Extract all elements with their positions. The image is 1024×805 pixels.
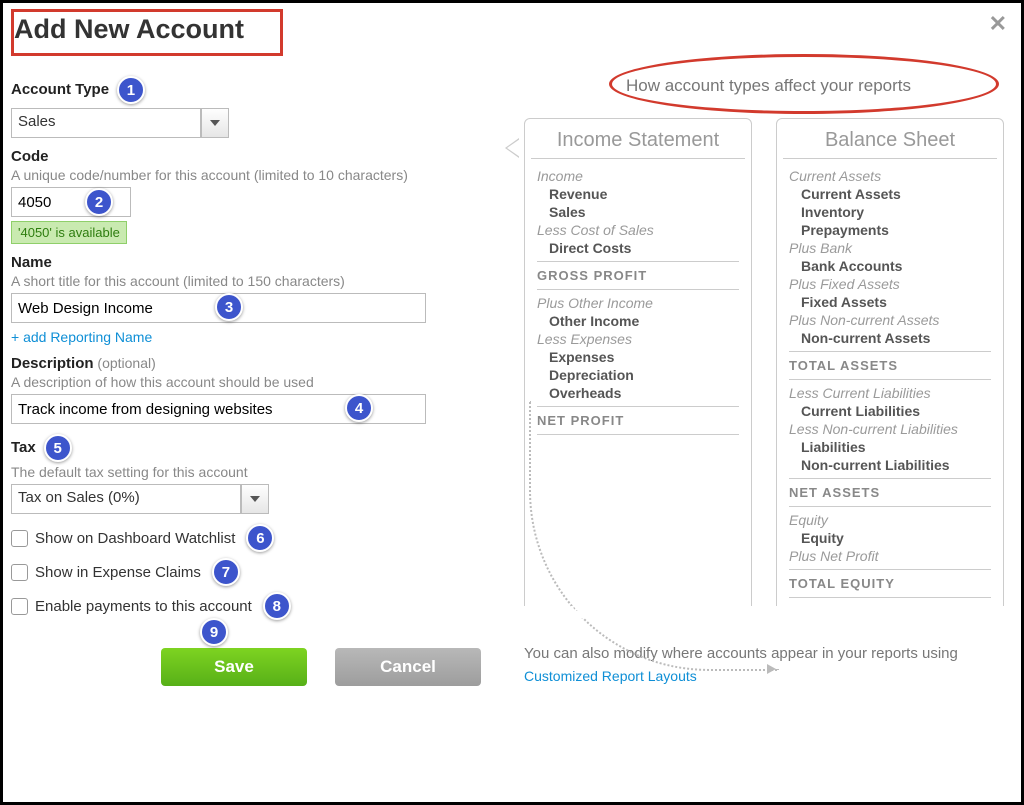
bs-ca: Current Assets (777, 185, 1003, 203)
account-type-dropdown-button[interactable] (201, 108, 229, 138)
bs-less-ncl: Less Non-current Liabilities (777, 420, 1003, 438)
is-revenue: Revenue (525, 185, 751, 203)
marker-5: 5 (44, 434, 72, 462)
expense-label: Show in Expense Claims (35, 564, 201, 581)
is-less-exp: Less Expenses (525, 330, 751, 348)
bs-liab: Liabilities (777, 438, 1003, 456)
bs-net-assets: NET ASSETS (777, 483, 1003, 502)
description-optional: (optional) (97, 355, 155, 371)
save-button[interactable]: Save (161, 648, 307, 686)
is-direct-costs: Direct Costs (525, 239, 751, 257)
footnote-text: You can also modify where accounts appea… (524, 645, 958, 662)
bs-prepayments: Prepayments (777, 221, 1003, 239)
code-hint: A unique code/number for this account (l… (11, 167, 481, 183)
is-less-cos: Less Cost of Sales (525, 221, 751, 239)
is-sales: Sales (525, 203, 751, 221)
payments-checkbox[interactable] (11, 598, 28, 615)
dialog-title: Add New Account (14, 12, 250, 53)
marker-4: 4 (345, 394, 373, 422)
watchlist-checkbox[interactable] (11, 530, 28, 547)
marker-7: 7 (212, 558, 240, 586)
marker-6: 6 (246, 524, 274, 552)
bs-equity: Equity (777, 529, 1003, 547)
marker-9: 9 (200, 618, 228, 646)
is-overheads: Overheads (525, 384, 751, 402)
marker-8: 8 (263, 592, 291, 620)
account-type-label: Account Type (11, 81, 109, 98)
bs-ca-cat: Current Assets (777, 167, 1003, 185)
code-label: Code (11, 148, 481, 165)
title-highlight: Add New Account (11, 9, 283, 56)
is-plus-other: Plus Other Income (525, 294, 751, 312)
marker-2: 2 (85, 188, 113, 216)
is-other-income: Other Income (525, 312, 751, 330)
income-statement-title: Income Statement (531, 119, 745, 159)
dialog-frame: ✕ Add New Account Account Type 1 Sales C… (0, 0, 1024, 805)
tax-hint: The default tax setting for this account (11, 464, 481, 480)
bs-nca: Non-current Assets (777, 329, 1003, 347)
is-depreciation: Depreciation (525, 366, 751, 384)
bs-equity-cat: Equity (777, 511, 1003, 529)
code-input[interactable] (11, 187, 131, 217)
bs-fixed: Fixed Assets (777, 293, 1003, 311)
description-label: Description (11, 355, 94, 372)
form-panel: Account Type 1 Sales Code A unique code/… (11, 76, 481, 688)
bs-plus-fixed: Plus Fixed Assets (777, 275, 1003, 293)
tax-select[interactable]: Tax on Sales (0%) (11, 484, 241, 514)
balance-sheet-title: Balance Sheet (783, 119, 997, 159)
balance-sheet-card: Balance Sheet Current Assets Current Ass… (776, 118, 1004, 613)
code-availability: '4050' is available (11, 221, 127, 244)
close-icon[interactable]: ✕ (989, 11, 1007, 37)
chevron-down-icon (210, 120, 220, 126)
info-panel: How account types affect your reports In… (499, 76, 1013, 688)
arrowhead-icon (767, 664, 776, 674)
description-hint: A description of how this account should… (11, 374, 481, 390)
tax-label: Tax (11, 439, 36, 456)
is-net-profit: NET PROFIT (525, 411, 751, 430)
account-type-select[interactable]: Sales (11, 108, 201, 138)
bs-inventory: Inventory (777, 203, 1003, 221)
chevron-down-icon (250, 496, 260, 502)
customized-report-layouts-link[interactable]: Customized Report Layouts (524, 668, 697, 684)
expense-checkbox[interactable] (11, 564, 28, 581)
bs-total-equity: TOTAL EQUITY (777, 574, 1003, 593)
name-label: Name (11, 254, 481, 271)
bs-total-assets: TOTAL ASSETS (777, 356, 1003, 375)
payments-label: Enable payments to this account (35, 598, 252, 615)
add-reporting-name-link[interactable]: + add Reporting Name (11, 329, 481, 345)
cancel-button[interactable]: Cancel (335, 648, 481, 686)
bs-plus-nca: Plus Non-current Assets (777, 311, 1003, 329)
info-title: How account types affect your reports (524, 76, 1013, 96)
is-gross-profit: GROSS PROFIT (525, 266, 751, 285)
watchlist-label: Show on Dashboard Watchlist (35, 530, 235, 547)
is-income-cat: Income (525, 167, 751, 185)
bs-plus-bank: Plus Bank (777, 239, 1003, 257)
income-statement-card: Income Statement Income Revenue Sales Le… (524, 118, 752, 613)
is-expenses: Expenses (525, 348, 751, 366)
bs-cl: Current Liabilities (777, 402, 1003, 420)
name-hint: A short title for this account (limited … (11, 273, 481, 289)
bs-plus-np: Plus Net Profit (777, 547, 1003, 565)
bs-less-cl: Less Current Liabilities (777, 384, 1003, 402)
bs-bank: Bank Accounts (777, 257, 1003, 275)
tax-dropdown-button[interactable] (241, 484, 269, 514)
speech-tail-icon (505, 138, 519, 158)
marker-3: 3 (215, 293, 243, 321)
marker-1: 1 (117, 76, 145, 104)
bs-ncl: Non-current Liabilities (777, 456, 1003, 474)
